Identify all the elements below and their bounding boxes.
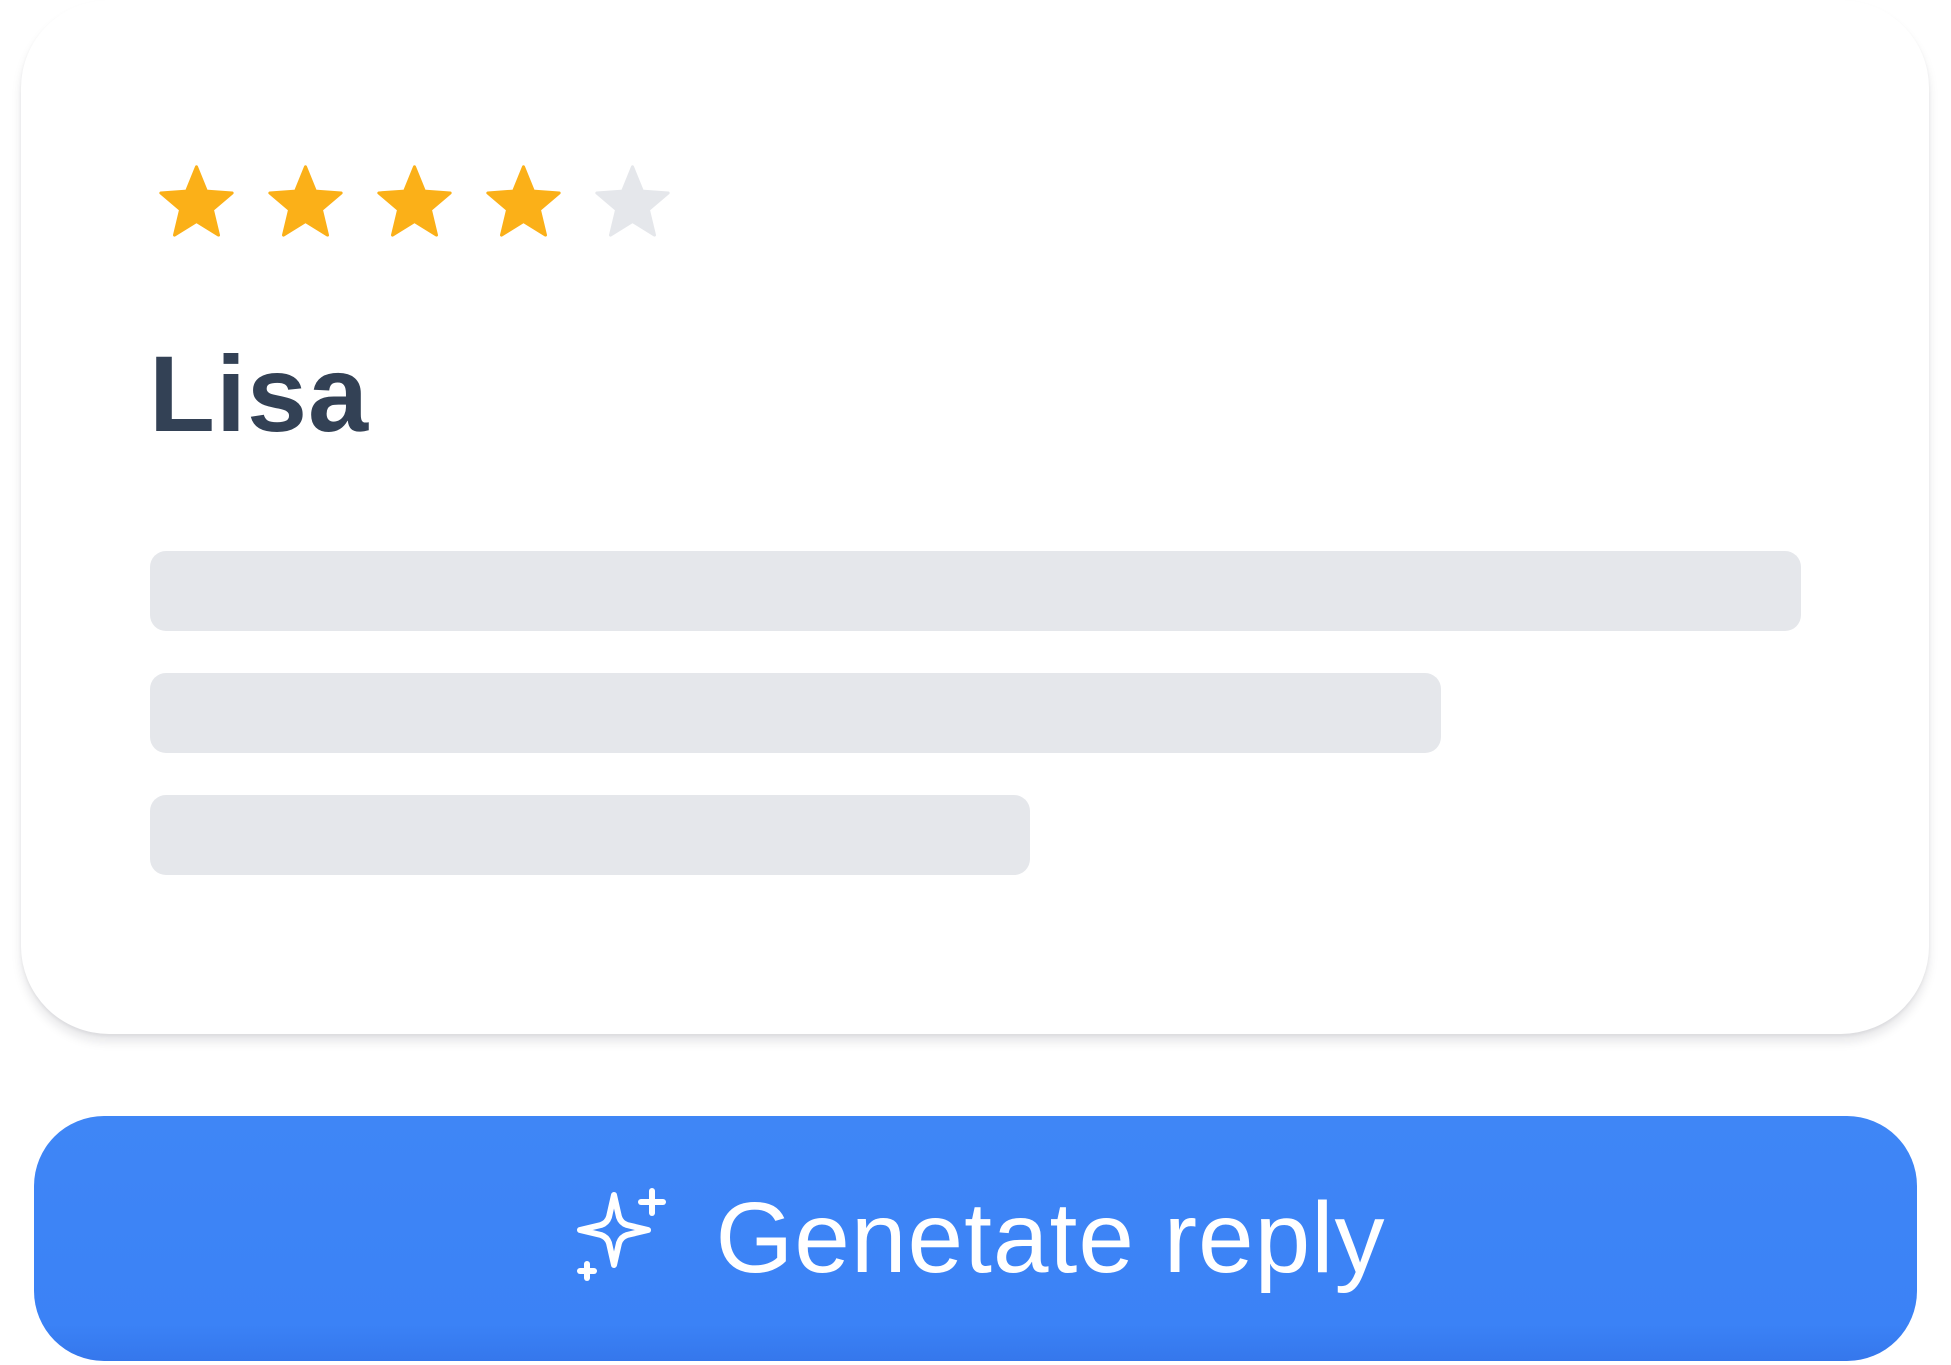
reviewer-name: Lisa bbox=[149, 333, 370, 454]
star-empty-icon bbox=[595, 165, 670, 237]
review-text-placeholder bbox=[150, 795, 1030, 875]
sparkle-icon bbox=[576, 1187, 666, 1281]
star-icon bbox=[377, 165, 452, 237]
generate-reply-button-content: Genetate reply bbox=[566, 1185, 1386, 1291]
review-text-placeholder bbox=[150, 673, 1441, 753]
star-icon bbox=[268, 165, 343, 237]
star-icon bbox=[486, 165, 561, 237]
generate-reply-button[interactable]: Genetate reply bbox=[34, 1116, 1917, 1361]
review-card: Lisa bbox=[21, 0, 1929, 1034]
generate-reply-label: Genetate reply bbox=[715, 1181, 1386, 1294]
review-text-placeholder bbox=[150, 551, 1801, 631]
star-icon bbox=[159, 165, 234, 237]
star-rating bbox=[151, 160, 678, 251]
review-reply-widget: Lisa Genetate reply bbox=[0, 0, 1951, 1365]
